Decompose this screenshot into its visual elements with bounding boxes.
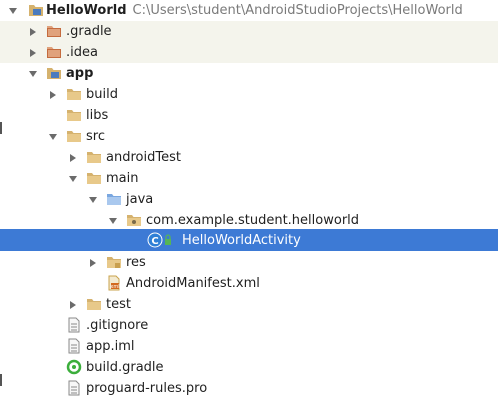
chevron-right-icon[interactable] [28,42,38,63]
tree-item-label: libs [86,108,109,123]
folder-icon [86,296,102,312]
tree-item-label: AndroidManifest.xml [126,276,260,291]
tree-item-androidtest[interactable]: androidTest [0,147,498,168]
tree-item-activity[interactable]: C HelloWorldActivity [0,229,498,251]
lock-icon [163,232,173,248]
tree-item-app-iml[interactable]: app.iml [0,336,498,357]
svg-text:xml: xml [110,284,119,290]
project-name: HelloWorld [46,3,127,18]
tree-item-label: proguard-rules.pro [86,381,208,396]
tree-item-package[interactable]: com.example.student.helloworld [0,210,498,231]
tree-item-res[interactable]: res [0,252,498,273]
package-icon [126,212,142,228]
module-folder-icon [46,65,62,81]
tree-item-label: com.example.student.helloworld [146,213,360,228]
tree-item-label: build.gradle [86,360,164,375]
tree-item-java[interactable]: java [0,189,498,210]
tree-item-label: java [126,192,154,207]
gradle-icon [66,359,82,375]
tree-item-app[interactable]: app [0,63,498,84]
tree-item-label: .gradle [66,24,112,39]
tree-item-label: app.iml [86,339,135,354]
text-file-icon [66,380,82,396]
tree-item-label: test [106,297,131,312]
tree-item-label: .idea [66,45,98,60]
source-folder-icon [106,191,122,207]
tree-item-label: res [126,255,146,270]
xml-manifest-icon: xml [106,275,122,291]
tree-item-build-gradle[interactable]: build.gradle [0,357,498,378]
folder-icon [86,170,102,186]
tree-item-src[interactable]: src [0,126,498,147]
chevron-down-icon[interactable] [48,126,58,147]
tree-item-label: build [86,87,118,102]
chevron-right-icon[interactable] [88,252,98,273]
tree-item-label: .gitignore [86,318,149,333]
project-tree: HelloWorld C:\Users\student\AndroidStudio… [0,0,498,401]
tree-item-test[interactable]: test [0,294,498,315]
svg-text:C: C [151,236,158,247]
tree-item-libs[interactable]: libs [0,105,498,126]
tree-item-label: HelloWorld C:\Users\student\AndroidStudio… [46,2,463,19]
folder-icon [66,128,82,144]
chevron-right-icon[interactable] [48,84,58,105]
chevron-down-icon[interactable] [108,210,118,231]
tree-item-gitignore[interactable]: .gitignore [0,315,498,336]
tree-item-label: androidTest [106,150,181,165]
folder-icon [66,107,82,123]
resource-folder-icon [106,254,122,270]
excluded-folder-icon [46,44,62,60]
module-folder-icon [28,2,44,18]
tree-item-root[interactable]: HelloWorld C:\Users\student\AndroidStudio… [0,0,498,21]
tree-item-build[interactable]: build [0,84,498,105]
chevron-down-icon[interactable] [68,168,78,189]
class-icon: C [147,232,163,248]
chevron-down-icon[interactable] [8,0,18,21]
text-file-icon [66,317,82,333]
tree-item-label: HelloWorldActivity [182,233,301,248]
tree-item-idea-dir[interactable]: .idea [0,42,498,63]
folder-icon [66,86,82,102]
folder-icon [86,149,102,165]
chevron-right-icon[interactable] [68,294,78,315]
chevron-right-icon[interactable] [68,147,78,168]
tree-item-label: src [86,129,105,144]
tree-item-label: main [106,171,139,186]
excluded-folder-icon [46,23,62,39]
tree-item-label: app [66,66,94,81]
project-path: C:\Users\student\AndroidStudioProjects\H… [132,3,463,18]
tree-item-gradle-dir[interactable]: .gradle [0,21,498,42]
chevron-down-icon[interactable] [88,189,98,210]
tree-item-manifest[interactable]: xml AndroidManifest.xml [0,273,498,294]
text-file-icon [66,338,82,354]
chevron-right-icon[interactable] [28,21,38,42]
tree-item-main[interactable]: main [0,168,498,189]
chevron-down-icon[interactable] [28,63,38,84]
tree-item-proguard[interactable]: proguard-rules.pro [0,378,498,399]
